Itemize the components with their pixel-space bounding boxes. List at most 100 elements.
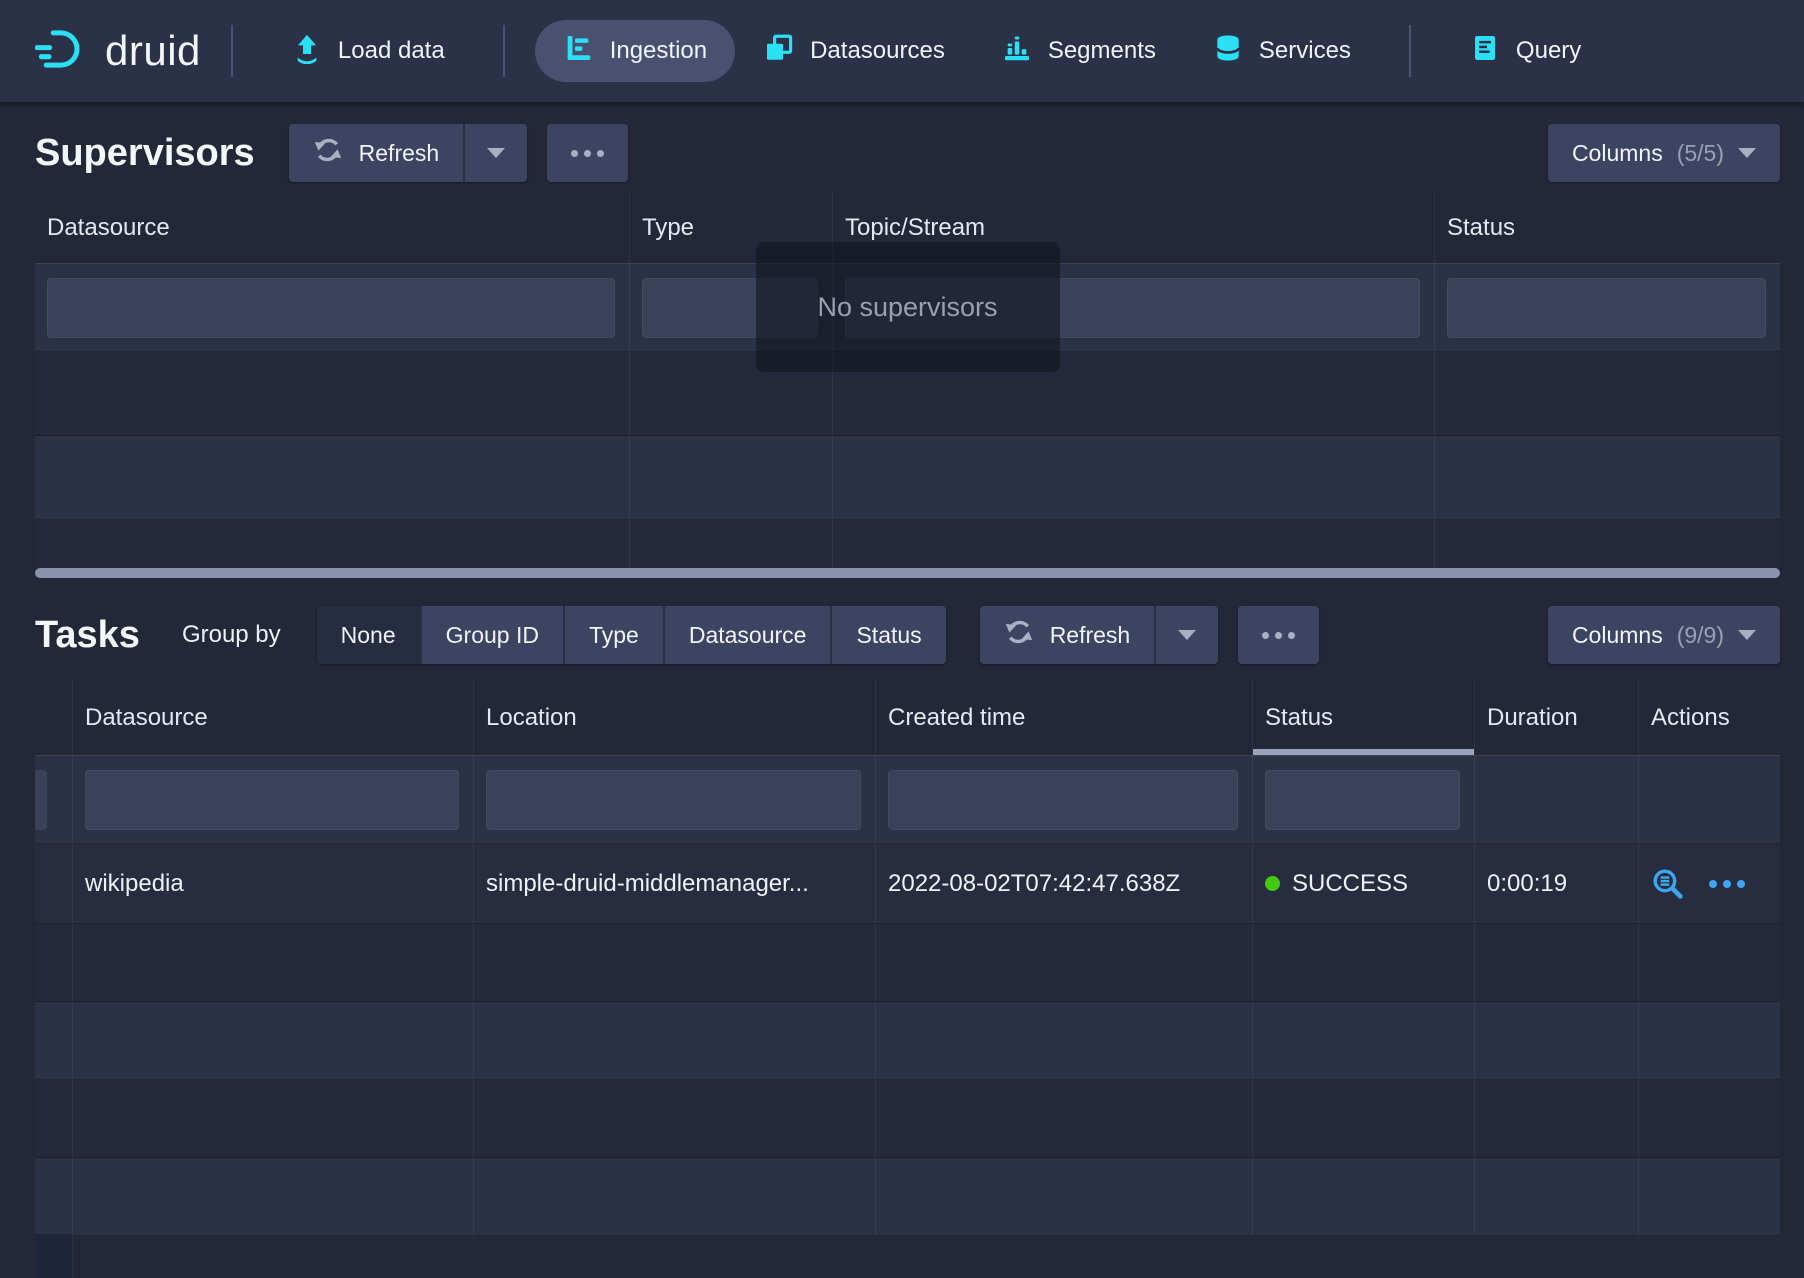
column-header-datasource[interactable]: Datasource — [35, 192, 630, 263]
chevron-down-icon — [487, 148, 505, 158]
refresh-label: Refresh — [1050, 622, 1131, 649]
task-datasource-cell: wikipedia — [73, 844, 474, 923]
more-icon — [571, 150, 604, 157]
group-by-segmented-control: None Group ID Type Datasource Status — [317, 606, 946, 664]
nav-divider — [503, 25, 505, 77]
group-by-datasource-button[interactable]: Datasource — [665, 606, 833, 664]
nav-item-query[interactable]: Query — [1441, 20, 1609, 82]
view-details-magnifier-icon[interactable] — [1651, 867, 1685, 901]
query-icon — [1469, 32, 1501, 71]
supervisors-header: Supervisors Refresh Columns — [0, 114, 1804, 192]
nav-label: Load data — [338, 37, 445, 65]
column-header-duration[interactable]: Duration — [1475, 680, 1639, 755]
created-time-filter-input[interactable] — [888, 770, 1238, 830]
load-data-icon — [291, 32, 323, 71]
task-actions-cell — [1639, 844, 1780, 923]
chevron-down-icon — [1738, 630, 1756, 640]
supervisors-table: Datasource Type Topic/Stream Status No s… — [35, 192, 1780, 578]
supervisors-refresh-button[interactable]: Refresh — [289, 124, 464, 182]
group-by-status-button[interactable]: Status — [832, 606, 945, 664]
nav-divider — [231, 25, 233, 77]
no-supervisors-message: No supervisors — [817, 292, 997, 323]
nav-item-segments[interactable]: Segments — [973, 20, 1184, 82]
table-row — [35, 1080, 1780, 1158]
tasks-refresh-caret-button[interactable] — [1156, 606, 1218, 664]
row-more-actions-icon[interactable] — [1709, 880, 1745, 888]
location-filter-input[interactable] — [486, 770, 861, 830]
datasources-icon — [763, 32, 795, 71]
nav-label: Segments — [1048, 37, 1156, 65]
no-supervisors-overlay: No supervisors — [756, 242, 1060, 372]
columns-label: Columns — [1572, 140, 1663, 167]
tasks-refresh-split: Refresh — [980, 606, 1219, 664]
status-filter-input[interactable] — [1265, 770, 1460, 830]
tasks-filter-row — [35, 756, 1780, 844]
column-header-status[interactable]: Status — [1435, 192, 1780, 263]
table-row — [35, 436, 1780, 520]
table-row — [35, 520, 1780, 568]
task-row-wikipedia: wikipedia simple-druid-middlemanager... … — [35, 844, 1780, 924]
datasource-filter-input[interactable] — [85, 770, 459, 830]
status-filter-input[interactable] — [1447, 278, 1766, 338]
tasks-refresh-button[interactable]: Refresh — [980, 606, 1155, 664]
refresh-icon — [313, 135, 343, 171]
ingestion-icon — [563, 32, 595, 71]
column-header-spacer — [35, 680, 73, 755]
column-header-location[interactable]: Location — [474, 680, 876, 755]
more-icon — [1262, 632, 1295, 639]
columns-count: (5/5) — [1677, 140, 1724, 167]
task-duration-cell: 0:00:19 — [1475, 844, 1639, 923]
nav-divider — [1409, 25, 1411, 77]
group-by-group-id-button[interactable]: Group ID — [422, 606, 565, 664]
table-row — [35, 1158, 1780, 1236]
supervisors-title: Supervisors — [35, 132, 255, 175]
columns-count: (9/9) — [1677, 622, 1724, 649]
segments-icon — [1001, 32, 1033, 71]
datasource-filter-input[interactable] — [47, 278, 615, 338]
status-label: SUCCESS — [1292, 870, 1408, 898]
task-location-cell: simple-druid-middlemanager... — [474, 844, 876, 923]
top-nav: druid Load data Ingestion — [0, 0, 1804, 102]
nav-label: Query — [1516, 37, 1581, 65]
nav-item-load-data[interactable]: Load data — [263, 20, 473, 82]
tasks-title: Tasks — [35, 614, 140, 657]
status-success-dot — [1265, 876, 1280, 891]
clipped-next-row-cell — [35, 1234, 73, 1278]
tasks-table-header-row: Datasource Location Created time Status … — [35, 680, 1780, 756]
nav-item-ingestion[interactable]: Ingestion — [535, 20, 735, 82]
nav-label: Services — [1259, 37, 1351, 65]
nav-item-datasources[interactable]: Datasources — [735, 20, 973, 82]
services-icon — [1212, 32, 1244, 71]
tasks-more-button[interactable] — [1238, 606, 1319, 664]
supervisors-refresh-caret-button[interactable] — [465, 124, 527, 182]
logo-wordmark: druid — [105, 27, 201, 75]
supervisors-columns-button[interactable]: Columns (5/5) — [1548, 124, 1780, 182]
tasks-table: Datasource Location Created time Status … — [35, 680, 1780, 1236]
column-header-actions[interactable]: Actions — [1639, 680, 1780, 755]
group-by-type-button[interactable]: Type — [565, 606, 665, 664]
column-header-label: Status — [1265, 704, 1333, 732]
column-header-created-time[interactable]: Created time — [876, 680, 1253, 755]
columns-label: Columns — [1572, 622, 1663, 649]
group-by-label: Group by — [182, 621, 281, 649]
druid-logo[interactable]: druid — [35, 26, 201, 77]
column-header-datasource[interactable]: Datasource — [73, 680, 474, 755]
supervisors-more-button[interactable] — [547, 124, 628, 182]
tasks-columns-button[interactable]: Columns (9/9) — [1548, 606, 1780, 664]
refresh-icon — [1004, 617, 1034, 653]
column-header-status-sorted[interactable]: Status — [1253, 680, 1475, 755]
table-row — [35, 1002, 1780, 1080]
nav-label: Ingestion — [610, 37, 707, 65]
task-status-cell: SUCCESS — [1253, 844, 1475, 923]
clipped-filter-input[interactable] — [35, 770, 47, 830]
supervisors-refresh-split: Refresh — [289, 124, 528, 182]
sort-indicator — [1253, 749, 1474, 755]
table-row — [35, 924, 1780, 1002]
task-created-time-cell: 2022-08-02T07:42:47.638Z — [876, 844, 1253, 923]
nav-label: Datasources — [810, 37, 945, 65]
nav-item-services[interactable]: Services — [1184, 20, 1379, 82]
group-by-none-button[interactable]: None — [317, 606, 422, 664]
horizontal-scrollbar[interactable] — [35, 568, 1780, 578]
chevron-down-icon — [1738, 148, 1756, 158]
refresh-label: Refresh — [359, 140, 440, 167]
